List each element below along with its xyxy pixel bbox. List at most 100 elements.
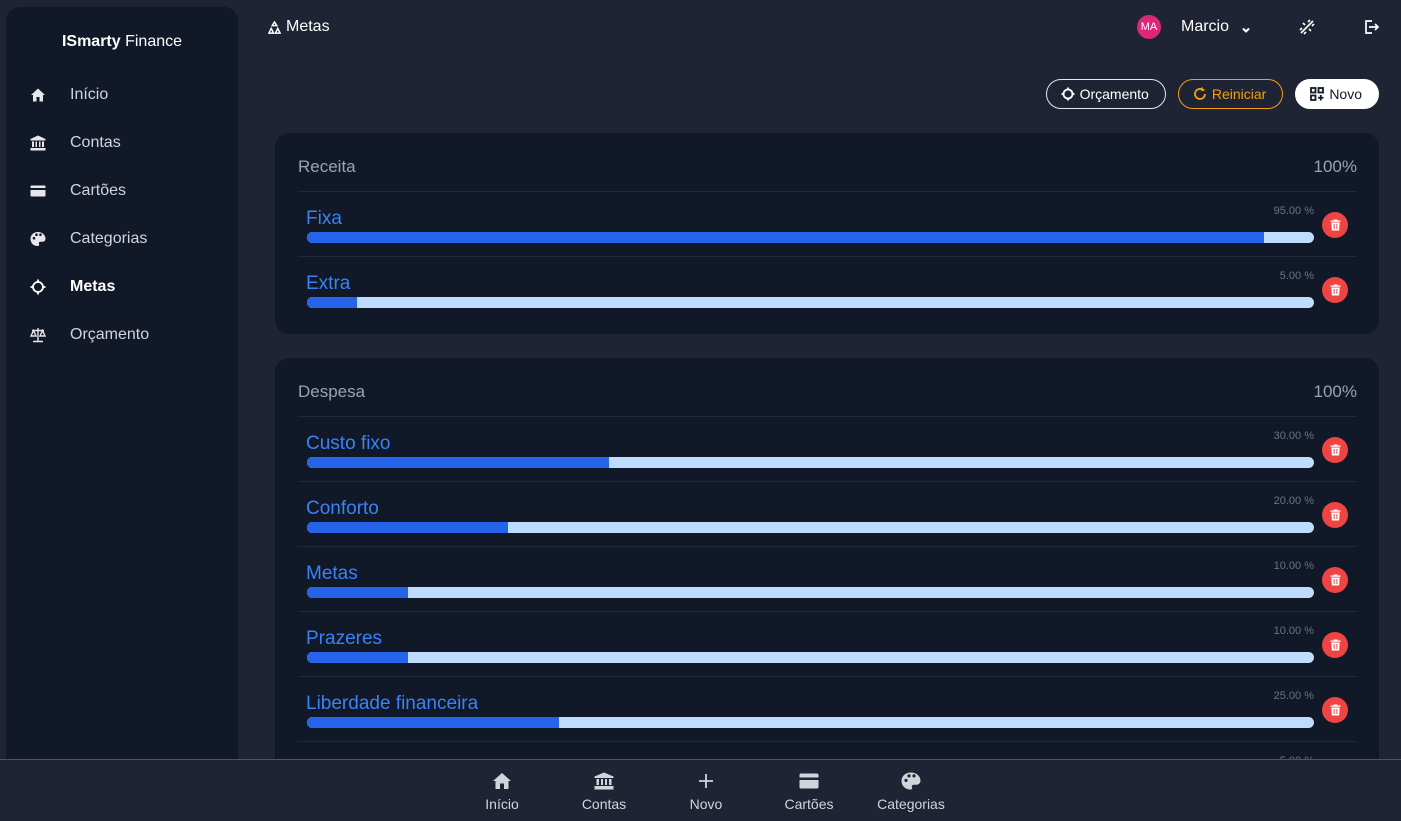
goal-progress-fill bbox=[307, 652, 408, 663]
sidebar-item-cartoes[interactable]: Cartões bbox=[6, 167, 238, 215]
goal-row: Prazeres 10.00 % bbox=[298, 612, 1357, 677]
goal-name[interactable]: Fixa bbox=[306, 208, 342, 230]
delete-goal-button[interactable] bbox=[1322, 632, 1348, 658]
sidebar-item-label: Orçamento bbox=[70, 326, 150, 343]
trash-icon bbox=[1330, 284, 1340, 296]
goal-progress-bar bbox=[307, 717, 1314, 728]
chevron-down-icon[interactable] bbox=[1241, 22, 1251, 33]
goal-progress-bar bbox=[307, 297, 1314, 308]
card-header: Despesa 100% bbox=[298, 358, 1357, 417]
page-title-text: Metas bbox=[286, 18, 330, 35]
goal-percent: 20.00 % bbox=[1273, 495, 1314, 507]
goal-progress-fill bbox=[307, 717, 559, 728]
sidebar: ISmarty Finance Início Contas Cartões Ca… bbox=[6, 7, 238, 767]
goal-row: Fixa 95.00 % bbox=[298, 192, 1357, 257]
palette-icon bbox=[30, 231, 46, 247]
trash-icon bbox=[1330, 219, 1340, 231]
goal-percent: 30.00 % bbox=[1273, 430, 1314, 442]
goal-name[interactable]: Conforto bbox=[306, 498, 379, 520]
sidebar-item-label: Metas bbox=[70, 278, 116, 295]
goal-name[interactable]: Custo fixo bbox=[306, 433, 390, 455]
goal-name[interactable]: Liberdade financeira bbox=[306, 693, 478, 715]
sidebar-item-orcamento[interactable]: Orçamento bbox=[6, 311, 238, 359]
bottom-nav-label: Novo bbox=[689, 796, 723, 812]
delete-goal-button[interactable] bbox=[1322, 502, 1348, 528]
sidebar-item-inicio[interactable]: Início bbox=[6, 71, 238, 119]
goal-name[interactable]: Metas bbox=[306, 563, 358, 585]
delete-goal-button[interactable] bbox=[1322, 212, 1348, 238]
goal-row: Custo fixo 30.00 % bbox=[298, 417, 1357, 482]
delete-goal-button[interactable] bbox=[1322, 277, 1348, 303]
brand-name-rest: Finance bbox=[120, 33, 183, 50]
sidebar-item-categorias[interactable]: Categorias bbox=[6, 215, 238, 263]
bottom-nav-cartoes[interactable]: Cartões bbox=[764, 770, 854, 812]
add-widget-icon bbox=[1310, 87, 1325, 101]
trash-icon bbox=[1330, 509, 1340, 521]
bottom-nav-categorias[interactable]: Categorias bbox=[866, 770, 956, 812]
despesa-card: Despesa 100% Custo fixo 30.00 % Conforto 20… bbox=[275, 358, 1379, 793]
card-header: Receita 100% bbox=[298, 133, 1357, 192]
budget-button[interactable]: Orçamento bbox=[1045, 79, 1166, 109]
trash-icon bbox=[1330, 639, 1340, 651]
sidebar-nav: Início Contas Cartões Categorias Metas O… bbox=[6, 71, 238, 359]
goal-progress-fill bbox=[307, 457, 610, 468]
bank-icon bbox=[30, 135, 46, 151]
user-menu[interactable]: MA Marcio bbox=[1137, 15, 1251, 39]
sidebar-item-contas[interactable]: Contas bbox=[6, 119, 238, 167]
goal-progress-bar bbox=[307, 652, 1314, 663]
delete-goal-button[interactable] bbox=[1322, 697, 1348, 723]
goal-progress-bar bbox=[307, 232, 1314, 243]
delete-goal-button[interactable] bbox=[1322, 437, 1348, 463]
bottom-nav-label: Início bbox=[485, 796, 519, 812]
goal-row: Conforto 20.00 % bbox=[298, 482, 1357, 547]
bottom-nav-novo[interactable]: Novo bbox=[661, 770, 751, 812]
plus-icon bbox=[661, 770, 751, 792]
goal-row: Extra 5.00 % bbox=[298, 257, 1357, 322]
reset-button-label: Reiniciar bbox=[1211, 86, 1267, 102]
card-total: 100% bbox=[1313, 157, 1357, 176]
reset-button[interactable]: Reiniciar bbox=[1177, 79, 1284, 109]
sidebar-item-label: Categorias bbox=[70, 230, 148, 247]
budget-button-label: Orçamento bbox=[1079, 86, 1149, 102]
delete-goal-button[interactable] bbox=[1322, 567, 1348, 593]
sidebar-item-label: Início bbox=[70, 86, 109, 103]
goal-list: Fixa 95.00 % Extra 5.00 % bbox=[298, 192, 1357, 322]
goal-percent: 5.00 % bbox=[1279, 270, 1314, 282]
new-button[interactable]: Novo bbox=[1295, 79, 1379, 109]
refresh-icon bbox=[1194, 87, 1206, 100]
bottom-nav-inicio[interactable]: Início bbox=[457, 770, 547, 812]
bottom-nav-label: Categorias bbox=[877, 796, 945, 812]
bottom-nav-contas[interactable]: Contas bbox=[559, 770, 649, 812]
trash-icon bbox=[1330, 574, 1340, 586]
logout-icon[interactable] bbox=[1363, 19, 1380, 35]
goals-icon bbox=[268, 20, 281, 34]
bottom-nav: Início Contas Novo Cartões Categorias bbox=[0, 759, 1401, 821]
goal-percent: 25.00 % bbox=[1273, 690, 1314, 702]
goal-progress-bar bbox=[307, 587, 1314, 598]
goal-list: Custo fixo 30.00 % Conforto 20.00 % Metas 10.… bbox=[298, 417, 1357, 807]
theme-toggle-icon[interactable] bbox=[1299, 19, 1315, 35]
credit-card-icon bbox=[30, 183, 46, 199]
goal-percent: 10.00 % bbox=[1273, 625, 1314, 637]
scale-icon bbox=[30, 327, 46, 343]
avatar[interactable]: MA bbox=[1137, 15, 1161, 39]
goal-name[interactable]: Extra bbox=[306, 273, 350, 295]
trash-icon bbox=[1330, 444, 1340, 456]
sidebar-item-label: Cartões bbox=[70, 182, 127, 199]
brand-logo[interactable]: ISmarty Finance bbox=[6, 33, 238, 51]
goal-progress-bar bbox=[307, 522, 1314, 533]
goal-name[interactable]: Prazeres bbox=[306, 628, 382, 650]
goal-progress-fill bbox=[307, 232, 1264, 243]
crosshair-icon bbox=[30, 279, 46, 295]
card-total: 100% bbox=[1313, 382, 1357, 401]
goal-percent: 10.00 % bbox=[1273, 560, 1314, 572]
goal-progress-fill bbox=[307, 297, 358, 308]
sidebar-item-label: Contas bbox=[70, 134, 121, 151]
sidebar-item-metas[interactable]: Metas bbox=[6, 263, 238, 311]
goal-progress-fill bbox=[307, 587, 408, 598]
user-name[interactable]: Marcio bbox=[1181, 18, 1229, 36]
goal-percent: 95.00 % bbox=[1273, 205, 1314, 217]
bottom-nav-label: Cartões bbox=[784, 796, 834, 812]
card-title: Despesa bbox=[298, 382, 366, 401]
actions-toolbar: Orçamento Reiniciar Novo bbox=[1045, 79, 1379, 109]
